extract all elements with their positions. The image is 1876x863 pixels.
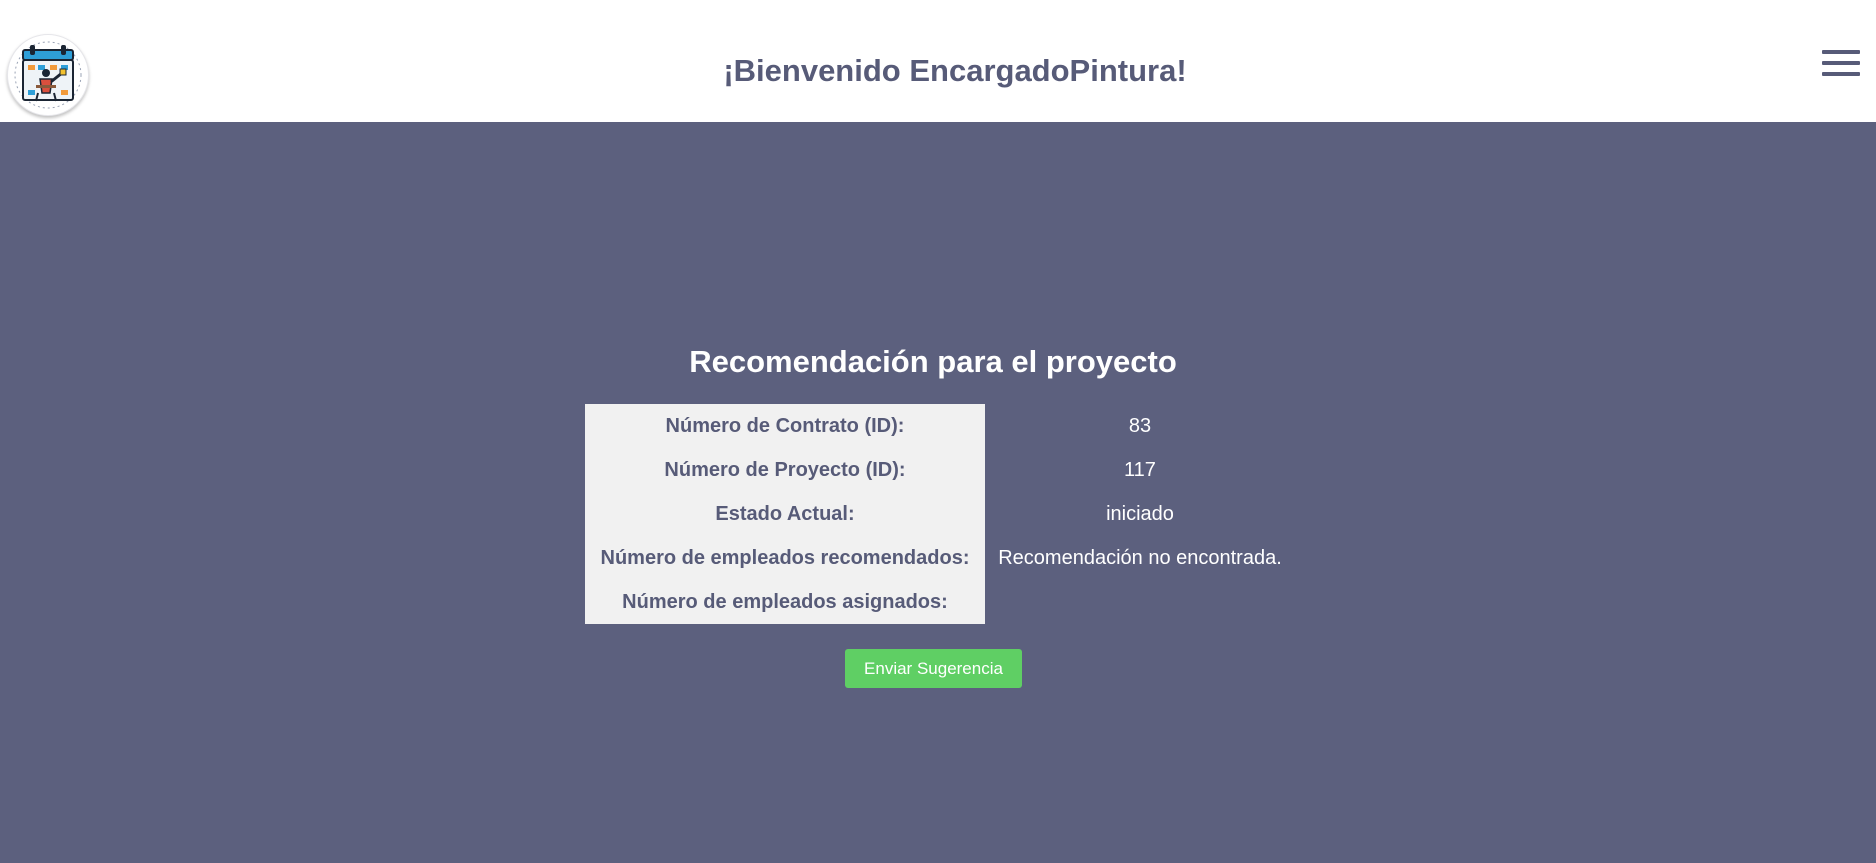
recommended-employees-value: Recomendación no encontrada. <box>998 546 1282 569</box>
page-title: Recomendación para el proyecto <box>689 344 1177 379</box>
table-row-contract-id: Número de Contrato (ID): 83 <box>585 404 1295 448</box>
status-value: iniciado <box>1106 502 1174 525</box>
welcome-title: ¡Bienvenido EncargadoPintura! <box>723 53 1187 88</box>
assigned-employees-value <box>985 580 1295 624</box>
table-row-status: Estado Actual: iniciado <box>585 492 1295 536</box>
menu-bar <box>1822 72 1860 76</box>
top-bar: ¡Bienvenido EncargadoPintura! <box>0 0 1876 122</box>
assigned-employees-label: Número de empleados asignados: <box>585 580 985 624</box>
contract-id-label: Número de Contrato (ID): <box>585 404 985 448</box>
hamburger-menu-icon[interactable] <box>1822 50 1862 80</box>
table-row-assigned-employees: Número de empleados asignados: <box>585 580 1295 624</box>
contract-id-value: 83 <box>1128 414 1152 437</box>
table-row-project-id: Número de Proyecto (ID): 117 <box>585 448 1295 492</box>
table-row-recommended-employees: Número de empleados recomendados: Recome… <box>585 536 1295 580</box>
menu-bar <box>1822 50 1860 54</box>
recommended-employees-label: Número de empleados recomendados: <box>585 536 985 580</box>
status-label: Estado Actual: <box>585 492 985 536</box>
send-suggestion-button[interactable]: Enviar Sugerencia <box>845 649 1022 688</box>
recommendation-table: Número de Contrato (ID): 83 Número de Pr… <box>585 404 1295 624</box>
menu-bar <box>1822 61 1860 65</box>
project-id-value: 117 <box>1124 458 1156 481</box>
project-id-label: Número de Proyecto (ID): <box>585 448 985 492</box>
